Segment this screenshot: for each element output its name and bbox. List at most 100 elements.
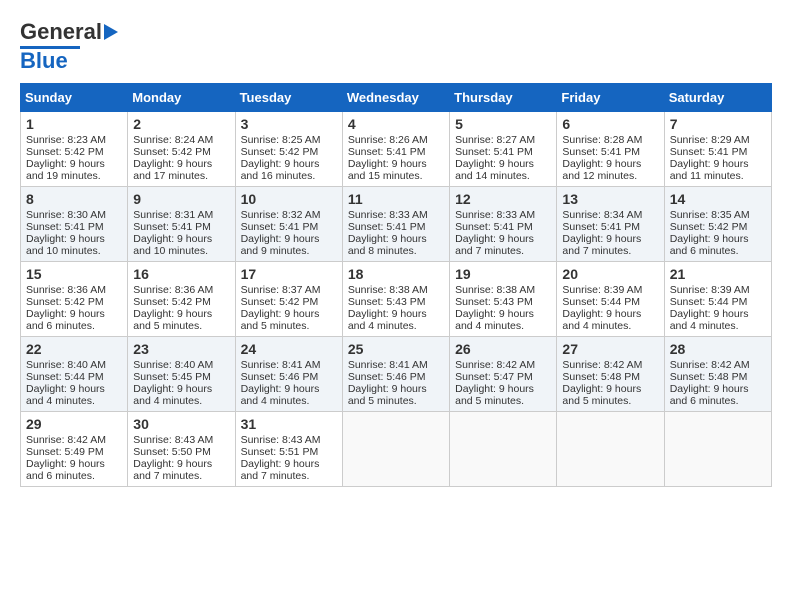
calendar-cell: 21Sunrise: 8:39 AMSunset: 5:44 PMDayligh… xyxy=(664,262,771,337)
calendar-cell xyxy=(450,412,557,487)
day-info: Daylight: 9 hours and 4 minutes. xyxy=(455,308,551,332)
calendar-week-row: 22Sunrise: 8:40 AMSunset: 5:44 PMDayligh… xyxy=(21,337,772,412)
header-cell-sunday: Sunday xyxy=(21,84,128,112)
day-info: Daylight: 9 hours and 16 minutes. xyxy=(241,158,337,182)
calendar-cell: 7Sunrise: 8:29 AMSunset: 5:41 PMDaylight… xyxy=(664,112,771,187)
day-number: 3 xyxy=(241,116,337,132)
day-info: Sunset: 5:47 PM xyxy=(455,371,551,383)
day-info: Sunset: 5:42 PM xyxy=(133,146,229,158)
calendar-cell: 14 Sunrise: 8:35 AMSunset: 5:42 PMDayligh… xyxy=(664,187,771,262)
calendar-cell: 17 Sunrise: 8:37 AMSunset: 5:42 PMDayligh… xyxy=(235,262,342,337)
day-info: Daylight: 9 hours and 6 minutes. xyxy=(670,233,766,257)
day-info: Daylight: 9 hours and 10 minutes. xyxy=(26,233,122,257)
day-info: Sunrise: 8:40 AM xyxy=(133,359,229,371)
day-number: 5 xyxy=(455,116,551,132)
day-info: Daylight: 9 hours and 19 minutes. xyxy=(26,158,122,182)
calendar-cell xyxy=(664,412,771,487)
calendar-cell: 6Sunrise: 8:28 AMSunset: 5:41 PMDaylight… xyxy=(557,112,664,187)
day-info: Daylight: 9 hours and 11 minutes. xyxy=(670,158,766,182)
day-info: Sunset: 5:50 PM xyxy=(133,446,229,458)
day-number: 23 xyxy=(133,341,229,357)
calendar-cell: 22Sunrise: 8:40 AMSunset: 5:44 PMDayligh… xyxy=(21,337,128,412)
day-info: Sunrise: 8:34 AM xyxy=(562,209,658,221)
day-info: Sunrise: 8:37 AM xyxy=(241,284,337,296)
day-info: Sunrise: 8:27 AM xyxy=(455,134,551,146)
calendar-cell: 4Sunrise: 8:26 AMSunset: 5:41 PMDaylight… xyxy=(342,112,449,187)
day-info: Sunset: 5:42 PM xyxy=(133,296,229,308)
day-info: Sunrise: 8:35 AM xyxy=(670,209,766,221)
logo-arrow-icon xyxy=(104,24,118,40)
calendar-cell: 5Sunrise: 8:27 AMSunset: 5:41 PMDaylight… xyxy=(450,112,557,187)
day-number: 22 xyxy=(26,341,122,357)
day-info: Sunset: 5:43 PM xyxy=(348,296,444,308)
day-info: Daylight: 9 hours and 5 minutes. xyxy=(455,383,551,407)
calendar-cell: 31Sunrise: 8:43 AMSunset: 5:51 PMDayligh… xyxy=(235,412,342,487)
day-info: Sunrise: 8:43 AM xyxy=(241,434,337,446)
day-info: Sunset: 5:41 PM xyxy=(455,146,551,158)
day-info: Daylight: 9 hours and 7 minutes. xyxy=(455,233,551,257)
day-number: 17 xyxy=(241,266,337,282)
day-info: Sunrise: 8:42 AM xyxy=(562,359,658,371)
header-cell-thursday: Thursday xyxy=(450,84,557,112)
day-info: Daylight: 9 hours and 7 minutes. xyxy=(562,233,658,257)
day-info: Sunset: 5:41 PM xyxy=(241,221,337,233)
day-number: 14 xyxy=(670,191,766,207)
day-info: Sunrise: 8:23 AM xyxy=(26,134,122,146)
day-number: 19 xyxy=(455,266,551,282)
calendar-cell: 9Sunrise: 8:31 AMSunset: 5:41 PMDaylight… xyxy=(128,187,235,262)
day-number: 2 xyxy=(133,116,229,132)
day-info: Sunset: 5:42 PM xyxy=(670,221,766,233)
day-info: Daylight: 9 hours and 9 minutes. xyxy=(241,233,337,257)
calendar-week-row: 29Sunrise: 8:42 AMSunset: 5:49 PMDayligh… xyxy=(21,412,772,487)
day-number: 15 xyxy=(26,266,122,282)
day-info: Daylight: 9 hours and 6 minutes. xyxy=(26,308,122,332)
day-number: 18 xyxy=(348,266,444,282)
calendar-cell: 11Sunrise: 8:33 AMSunset: 5:41 PMDayligh… xyxy=(342,187,449,262)
day-info: Sunrise: 8:39 AM xyxy=(562,284,658,296)
day-info: Daylight: 9 hours and 5 minutes. xyxy=(241,308,337,332)
day-info: Daylight: 9 hours and 5 minutes. xyxy=(133,308,229,332)
day-number: 31 xyxy=(241,416,337,432)
day-info: Sunrise: 8:38 AM xyxy=(348,284,444,296)
day-info: Daylight: 9 hours and 8 minutes. xyxy=(348,233,444,257)
day-info: Sunrise: 8:24 AM xyxy=(133,134,229,146)
day-number: 9 xyxy=(133,191,229,207)
day-number: 1 xyxy=(26,116,122,132)
calendar-cell: 25Sunrise: 8:41 AMSunset: 5:46 PMDayligh… xyxy=(342,337,449,412)
day-info: Daylight: 9 hours and 7 minutes. xyxy=(241,458,337,482)
header-cell-saturday: Saturday xyxy=(664,84,771,112)
day-info: Daylight: 9 hours and 6 minutes. xyxy=(26,458,122,482)
day-info: Daylight: 9 hours and 12 minutes. xyxy=(562,158,658,182)
day-info: Sunrise: 8:40 AM xyxy=(26,359,122,371)
day-info: Sunset: 5:48 PM xyxy=(670,371,766,383)
day-info: Sunrise: 8:43 AM xyxy=(133,434,229,446)
day-info: Sunrise: 8:41 AM xyxy=(348,359,444,371)
day-info: Sunset: 5:41 PM xyxy=(26,221,122,233)
calendar-cell: 1Sunrise: 8:23 AMSunset: 5:42 PMDaylight… xyxy=(21,112,128,187)
calendar-header-row: SundayMondayTuesdayWednesdayThursdayFrid… xyxy=(21,84,772,112)
day-number: 11 xyxy=(348,191,444,207)
calendar-cell: 16Sunrise: 8:36 AMSunset: 5:42 PMDayligh… xyxy=(128,262,235,337)
day-info: Daylight: 9 hours and 5 minutes. xyxy=(348,383,444,407)
day-info: Sunset: 5:41 PM xyxy=(348,221,444,233)
day-number: 30 xyxy=(133,416,229,432)
day-info: Sunset: 5:44 PM xyxy=(562,296,658,308)
day-info: Sunset: 5:44 PM xyxy=(26,371,122,383)
day-number: 24 xyxy=(241,341,337,357)
day-number: 25 xyxy=(348,341,444,357)
day-info: Sunset: 5:41 PM xyxy=(133,221,229,233)
day-info: Sunset: 5:41 PM xyxy=(348,146,444,158)
day-info: Sunrise: 8:39 AM xyxy=(670,284,766,296)
day-info: Sunset: 5:42 PM xyxy=(241,296,337,308)
day-number: 29 xyxy=(26,416,122,432)
day-number: 8 xyxy=(26,191,122,207)
calendar-cell xyxy=(342,412,449,487)
day-number: 27 xyxy=(562,341,658,357)
calendar-cell: 24Sunrise: 8:41 AMSunset: 5:46 PMDayligh… xyxy=(235,337,342,412)
calendar-cell: 18Sunrise: 8:38 AMSunset: 5:43 PMDayligh… xyxy=(342,262,449,337)
calendar-cell: 26Sunrise: 8:42 AMSunset: 5:47 PMDayligh… xyxy=(450,337,557,412)
day-info: Sunset: 5:41 PM xyxy=(562,146,658,158)
logo-blue: Blue xyxy=(20,49,68,73)
calendar-cell: 28Sunrise: 8:42 AMSunset: 5:48 PMDayligh… xyxy=(664,337,771,412)
day-info: Daylight: 9 hours and 4 minutes. xyxy=(670,308,766,332)
